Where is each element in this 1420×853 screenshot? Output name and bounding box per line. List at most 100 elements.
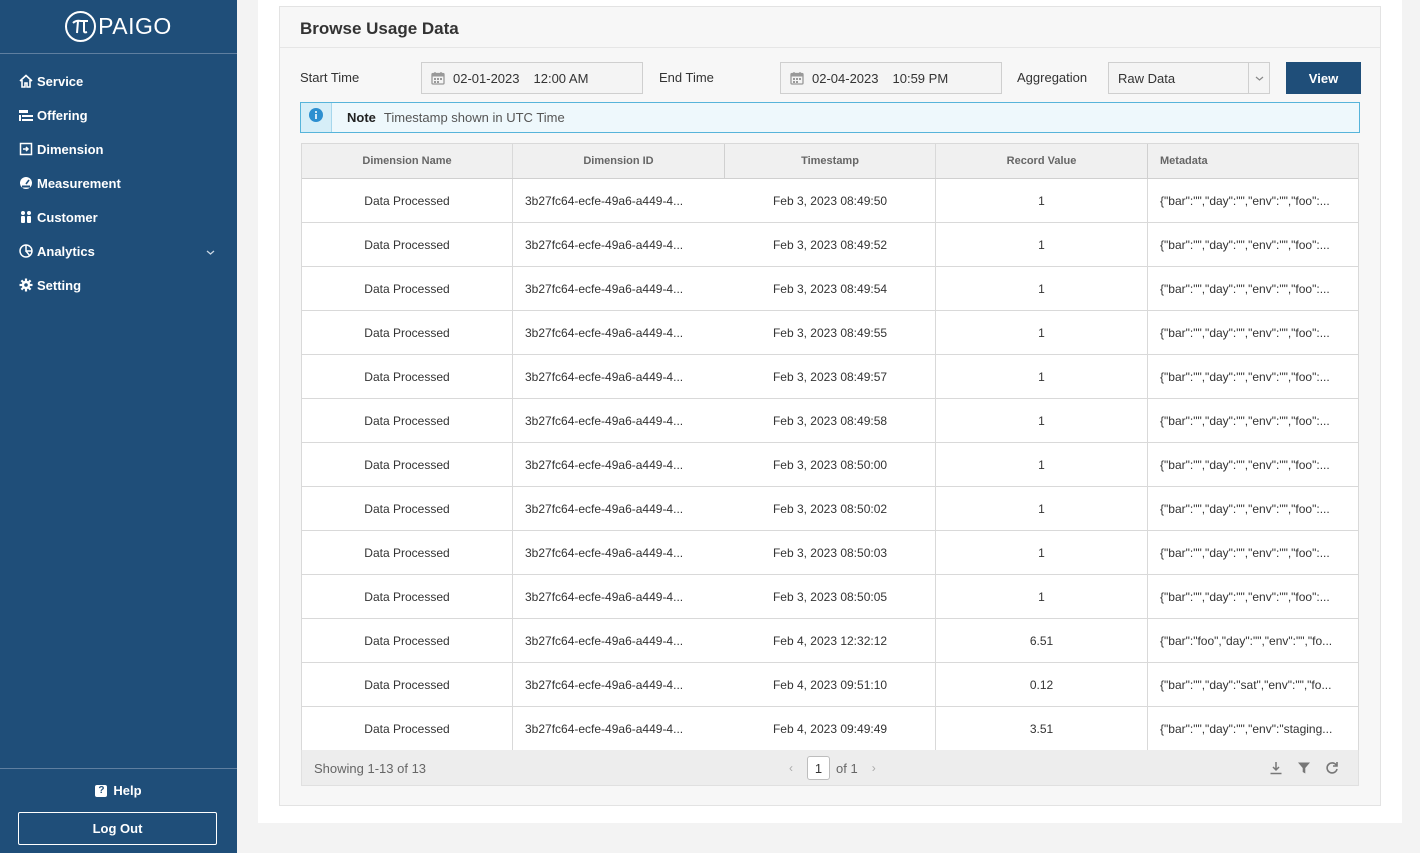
table-row[interactable]: Data Processed 3b27fc64-ecfe-49a6-a449-4.…	[302, 619, 1358, 663]
cell-dimension-id: 3b27fc64-ecfe-49a6-a449-4...	[525, 722, 684, 736]
cell-timestamp: Feb 3, 2023 08:49:55	[725, 311, 936, 354]
cell-dimension-name: Data Processed	[302, 707, 513, 751]
table-row[interactable]: Data Processed 3b27fc64-ecfe-49a6-a449-4.…	[302, 355, 1358, 399]
column-header-timestamp[interactable]: Timestamp	[725, 144, 936, 178]
pagination: ‹ 1 of 1 ›	[785, 756, 880, 780]
cell-timestamp: Feb 3, 2023 08:50:05	[725, 575, 936, 618]
sidebar: PAIGO Service Offering Dimension Measure…	[0, 0, 237, 853]
end-time-value: 10:59 PM	[892, 70, 949, 86]
table-row[interactable]: Data Processed 3b27fc64-ecfe-49a6-a449-4.…	[302, 663, 1358, 707]
cell-record-value: 1	[1038, 237, 1045, 252]
cell-timestamp: Feb 3, 2023 08:49:54	[725, 267, 936, 310]
calendar-icon	[431, 71, 445, 85]
help-label: Help	[113, 783, 142, 798]
sidebar-item-label: Service	[37, 73, 84, 89]
help-icon: ?	[95, 784, 108, 797]
cell-dimension-name: Data Processed	[302, 487, 513, 530]
cell-dimension-name: Data Processed	[302, 399, 513, 442]
cell-record-value: 1	[1038, 413, 1045, 428]
cell-timestamp: Feb 3, 2023 08:50:03	[725, 531, 936, 574]
cell-dimension-id: 3b27fc64-ecfe-49a6-a449-4...	[525, 545, 684, 560]
brand-logo[interactable]: PAIGO	[0, 0, 237, 54]
cell-dimension-id: 3b27fc64-ecfe-49a6-a449-4...	[525, 281, 684, 296]
table-row[interactable]: Data Processed 3b27fc64-ecfe-49a6-a449-4.…	[302, 179, 1358, 223]
sidebar-item-label: Offering	[37, 107, 88, 123]
sidebar-item-label: Analytics	[37, 243, 95, 259]
cell-timestamp: Feb 3, 2023 08:50:02	[725, 487, 936, 530]
column-header-metadata[interactable]: Metadata	[1147, 144, 1358, 178]
note-text: Timestamp shown in UTC Time	[383, 110, 565, 125]
end-time-input[interactable]: 02-04-2023 10:59 PM	[780, 62, 1002, 94]
sidebar-footer: ? Help Log Out	[0, 768, 237, 845]
cell-metadata: {"bar":"foo","day":"","env":"","fo...	[1147, 619, 1358, 662]
cell-metadata: {"bar":"","day":"","env":"","foo":...	[1147, 531, 1358, 574]
cell-record-value: 0.12	[1029, 677, 1054, 692]
cell-metadata: {"bar":"","day":"","env":"staging...	[1147, 707, 1358, 751]
table-row[interactable]: Data Processed 3b27fc64-ecfe-49a6-a449-4.…	[302, 531, 1358, 575]
sidebar-item-customer[interactable]: Customer	[0, 200, 237, 234]
cell-dimension-name: Data Processed	[302, 575, 513, 618]
sidebar-item-analytics[interactable]: Analytics	[0, 234, 237, 268]
info-icon	[309, 108, 323, 127]
table-row[interactable]: Data Processed 3b27fc64-ecfe-49a6-a449-4.…	[302, 399, 1358, 443]
filter-icon[interactable]	[1296, 760, 1312, 776]
cell-metadata: {"bar":"","day":"","env":"","foo":...	[1147, 487, 1358, 530]
cell-metadata: {"bar":"","day":"","env":"","foo":...	[1147, 179, 1358, 222]
cell-dimension-id: 3b27fc64-ecfe-49a6-a449-4...	[525, 633, 684, 648]
page-title: Browse Usage Data	[300, 19, 459, 38]
cell-record-value: 1	[1038, 325, 1045, 340]
start-date-value: 02-01-2023	[453, 70, 520, 86]
divider	[280, 47, 1380, 48]
table-row[interactable]: Data Processed 3b27fc64-ecfe-49a6-a449-4.…	[302, 311, 1358, 355]
sidebar-item-measurement[interactable]: Measurement	[0, 166, 237, 200]
table-row[interactable]: Data Processed 3b27fc64-ecfe-49a6-a449-4.…	[302, 575, 1358, 619]
logout-button[interactable]: Log Out	[18, 812, 217, 845]
next-page-icon[interactable]: ›	[868, 761, 880, 775]
sidebar-item-service[interactable]: Service	[0, 64, 237, 98]
download-icon[interactable]	[1268, 760, 1284, 776]
cell-dimension-id: 3b27fc64-ecfe-49a6-a449-4...	[525, 457, 684, 472]
cell-metadata: {"bar":"","day":"","env":"","foo":...	[1147, 267, 1358, 310]
table-header: Dimension Name Dimension ID Timestamp Re…	[302, 144, 1358, 179]
users-icon	[19, 210, 33, 224]
table-body: Data Processed 3b27fc64-ecfe-49a6-a449-4.…	[302, 179, 1358, 751]
column-header-record-value[interactable]: Record Value	[936, 144, 1147, 178]
cell-dimension-name: Data Processed	[302, 531, 513, 574]
cell-metadata: {"bar":"","day":"","env":"","foo":...	[1147, 223, 1358, 266]
sidebar-item-label: Measurement	[37, 175, 121, 191]
cell-dimension-id: 3b27fc64-ecfe-49a6-a449-4...	[525, 193, 684, 208]
table-row[interactable]: Data Processed 3b27fc64-ecfe-49a6-a449-4.…	[302, 487, 1358, 531]
cell-dimension-id: 3b27fc64-ecfe-49a6-a449-4...	[525, 677, 684, 692]
sidebar-item-setting[interactable]: Setting	[0, 268, 237, 302]
cell-record-value: 1	[1038, 501, 1045, 516]
cell-dimension-name: Data Processed	[302, 179, 513, 222]
aggregation-select[interactable]: Raw Data	[1108, 62, 1270, 94]
table-row[interactable]: Data Processed 3b27fc64-ecfe-49a6-a449-4.…	[302, 707, 1358, 751]
sidebar-item-offering[interactable]: Offering	[0, 98, 237, 132]
table-row[interactable]: Data Processed 3b27fc64-ecfe-49a6-a449-4.…	[302, 223, 1358, 267]
view-button[interactable]: View	[1286, 62, 1361, 94]
start-time-input[interactable]: 02-01-2023 12:00 AM	[421, 62, 643, 94]
page-total: of 1	[836, 760, 858, 776]
sidebar-item-dimension[interactable]: Dimension	[0, 132, 237, 166]
chevron-down-icon	[206, 245, 215, 260]
home-icon	[19, 74, 33, 88]
chevron-down-icon	[1248, 63, 1269, 93]
usage-table: Dimension Name Dimension ID Timestamp Re…	[301, 143, 1359, 752]
refresh-icon[interactable]	[1324, 760, 1340, 776]
column-header-dimension-id[interactable]: Dimension ID	[513, 144, 725, 178]
table-footer: Showing 1-13 of 13 ‹ 1 of 1 ›	[301, 750, 1359, 786]
column-header-dimension-name[interactable]: Dimension Name	[302, 144, 513, 178]
start-time-value: 12:00 AM	[533, 70, 589, 86]
prev-page-icon[interactable]: ‹	[785, 761, 797, 775]
offering-icon	[19, 108, 33, 122]
cell-dimension-name: Data Processed	[302, 267, 513, 310]
help-link[interactable]: ? Help	[0, 783, 237, 798]
table-row[interactable]: Data Processed 3b27fc64-ecfe-49a6-a449-4.…	[302, 443, 1358, 487]
page-number-input[interactable]: 1	[807, 756, 830, 780]
cell-record-value: 1	[1038, 369, 1045, 384]
table-row[interactable]: Data Processed 3b27fc64-ecfe-49a6-a449-4.…	[302, 267, 1358, 311]
calendar-icon	[790, 71, 804, 85]
cell-timestamp: Feb 4, 2023 12:32:12	[725, 619, 936, 662]
dimension-icon	[19, 142, 33, 156]
